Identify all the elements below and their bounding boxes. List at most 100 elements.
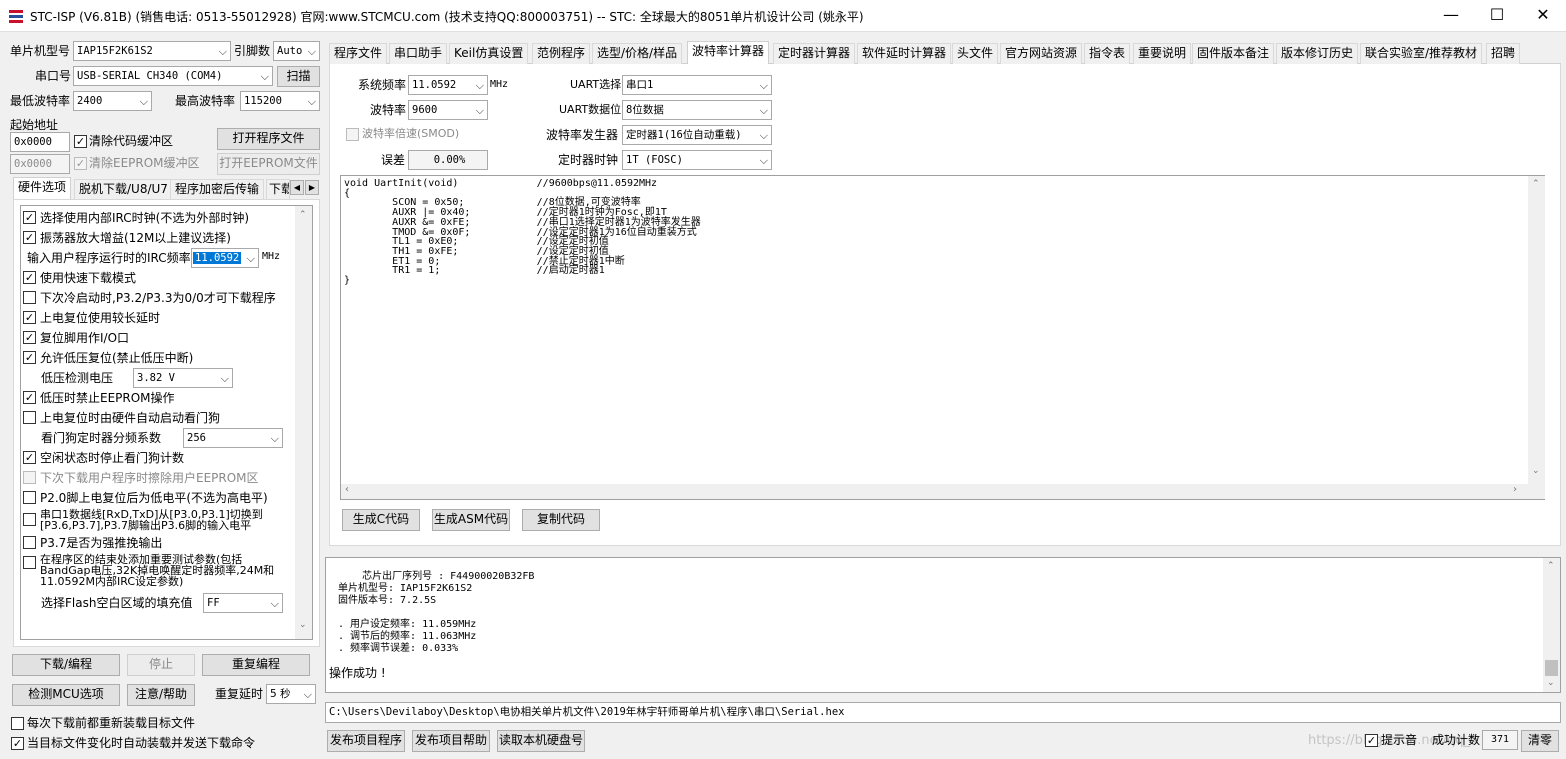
checkbox[interactable]: ✓ [23, 211, 36, 224]
help-button[interactable]: 注意/帮助 [127, 684, 195, 706]
tab-joint-lab[interactable]: 联合实验室/推荐教材 [1360, 43, 1483, 64]
checkbox[interactable] [23, 471, 36, 484]
checkbox[interactable] [23, 556, 36, 569]
checkbox[interactable]: ✓ [23, 231, 36, 244]
hw-option-long-reset-delay[interactable]: ✓ 上电复位使用较长延时 [23, 308, 283, 328]
download-program-button[interactable]: 下载/编程 [12, 654, 120, 676]
file-path-field[interactable]: C:\Users\Devilaboy\Desktop\电协相关单片机文件\201… [325, 702, 1561, 723]
code-hscrollbar[interactable]: ‹ › [341, 484, 1528, 499]
clear-code-checkbox[interactable]: ✓ [74, 135, 87, 148]
reload-before-download-checkbox[interactable] [11, 717, 24, 730]
hw-option-test-params[interactable]: 在程序区的结束处添加重要测试参数(包括 BandGap电压,32K掉电唤醒定时器… [23, 553, 283, 589]
open-eeprom-file-button[interactable]: 打开EEPROM文件 [217, 153, 320, 175]
publish-program-button[interactable]: 发布项目程序 [327, 730, 405, 752]
tab-firmware-notes[interactable]: 固件版本备注 [1192, 43, 1275, 64]
checkbox[interactable]: ✓ [23, 331, 36, 344]
clear-eeprom-checkbox[interactable]: ✓ [74, 157, 87, 170]
flash-fill-select[interactable]: FF ⌵ [203, 593, 283, 613]
baud-rate-select[interactable]: 9600 ⌵ [408, 100, 488, 120]
tab-keil-settings[interactable]: Keil仿真设置 [449, 43, 529, 64]
tab-revision-history[interactable]: 版本修订历史 [1276, 43, 1359, 64]
checkbox[interactable]: ✓ [23, 451, 36, 464]
hw-option-cold-start[interactable]: 下次冷启动时,P3.2/P3.3为0/0才可下载程序 [23, 288, 283, 308]
output-scrollbar[interactable]: ⌃ ⌄ [1543, 558, 1560, 692]
publish-help-button[interactable]: 发布项目帮助 [412, 730, 490, 752]
subtab-download[interactable]: 下载 [266, 179, 290, 200]
checkbox[interactable] [23, 491, 36, 504]
watchdog-divider-select[interactable]: 256 ⌵ [183, 428, 283, 448]
checkbox[interactable]: ✓ [23, 311, 36, 324]
uart-select[interactable]: 串口1 ⌵ [622, 75, 772, 95]
hw-option-auto-watchdog[interactable]: 上电复位时由硬件自动启动看门狗 [23, 408, 283, 428]
read-disk-id-button[interactable]: 读取本机硬盘号 [497, 730, 585, 752]
detect-mcu-button[interactable]: 检测MCU选项 [12, 684, 120, 706]
code-scrollbar[interactable]: ⌃ ⌄ [1528, 176, 1545, 499]
open-program-file-button[interactable]: 打开程序文件 [217, 128, 320, 150]
clear-count-button[interactable]: 清零 [1521, 730, 1559, 752]
tab-header-files[interactable]: 头文件 [952, 43, 999, 64]
repeat-delay-select[interactable]: 5 秒 ⌵ [266, 684, 316, 704]
stop-button[interactable]: 停止 [127, 654, 195, 676]
subtab-offline-download[interactable]: 脱机下载/U8/U7 [74, 179, 173, 200]
checkbox[interactable] [23, 411, 36, 424]
hw-option-uart1-switch[interactable]: 串口1数据线[RxD,TxD]从[P3.0,P3.1]切换到 [P3.6,P3.… [23, 508, 283, 532]
checkbox[interactable]: ✓ [23, 271, 36, 284]
code-start-address-input[interactable]: 0x0000 [10, 132, 70, 152]
output-log[interactable]: 芯片出厂序列号 : F44900020B32FB 单片机型号: IAP15F2K… [325, 557, 1561, 693]
minimize-button[interactable]: — [1428, 0, 1474, 32]
hw-option-reset-pin-io[interactable]: ✓ 复位脚用作I/O口 [23, 328, 283, 348]
uart-data-bits-select[interactable]: 8位数据 ⌵ [622, 100, 772, 120]
tone-checkbox[interactable]: ✓ [1365, 734, 1378, 747]
generate-asm-code-button[interactable]: 生成ASM代码 [432, 509, 510, 531]
generated-code-area[interactable]: void UartInit(void) //9600bps@11.0592MHz… [340, 175, 1545, 500]
hw-option-low-voltage-reset[interactable]: ✓ 允许低压复位(禁止低压中断) [23, 348, 283, 368]
sysfreq-select[interactable]: 11.0592 ⌵ [408, 75, 488, 95]
hw-option-erase-eeprom[interactable]: 下次下载用户程序时擦除用户EEPROM区 [23, 468, 283, 488]
min-baud-select[interactable]: 2400 ⌵ [73, 91, 152, 111]
port-select[interactable]: USB-SERIAL CH340 (COM4) ⌵ [73, 66, 273, 86]
subtab-hardware-options[interactable]: 硬件选项 [13, 177, 72, 200]
checkbox[interactable]: ✓ [23, 391, 36, 404]
checkbox[interactable] [23, 536, 36, 549]
tab-scroll-right-button[interactable]: ▶ [305, 180, 319, 195]
tab-serial-assistant[interactable]: 串口助手 [389, 43, 448, 64]
hw-option-internal-irc[interactable]: ✓ 选择使用内部IRC时钟(不选为外部时钟) [23, 208, 283, 228]
tab-recruitment[interactable]: 招聘 [1486, 43, 1521, 64]
hw-option-idle-stop-watchdog[interactable]: ✓ 空闲状态时停止看门狗计数 [23, 448, 283, 468]
tab-instruction-table[interactable]: 指令表 [1084, 43, 1131, 64]
scroll-thumb[interactable] [1545, 660, 1558, 676]
timer-clock-select[interactable]: 1T (FOSC) ⌵ [622, 150, 772, 170]
baud-generator-select[interactable]: 定时器1(16位自动重载) ⌵ [622, 125, 772, 145]
pins-select[interactable]: Auto ⌵ [273, 41, 320, 61]
tab-timer-calculator[interactable]: 定时器计算器 [773, 43, 856, 64]
mcu-type-select[interactable]: IAP15F2K61S2 ⌵ [73, 41, 231, 61]
generate-c-code-button[interactable]: 生成C代码 [342, 509, 420, 531]
max-baud-select[interactable]: 115200 ⌵ [240, 91, 320, 111]
tab-baud-calculator[interactable]: 波特率计算器 [687, 41, 770, 64]
tab-selection-price[interactable]: 选型/价格/样品 [592, 43, 683, 64]
smod-checkbox[interactable] [346, 128, 359, 141]
tab-important-notes[interactable]: 重要说明 [1133, 43, 1192, 64]
hw-option-p20-low[interactable]: P2.0脚上电复位后为低电平(不选为高电平) [23, 488, 283, 508]
eeprom-start-address-input[interactable]: 0x0000 [10, 154, 70, 174]
checkbox[interactable] [23, 513, 36, 526]
tab-website-resources[interactable]: 官方网站资源 [1000, 43, 1083, 64]
hw-scrollbar[interactable]: ⌃ ⌄ [295, 206, 312, 639]
tab-scroll-left-button[interactable]: ◀ [290, 180, 304, 195]
subtab-encrypted-transfer[interactable]: 程序加密后传输 [170, 179, 265, 200]
irc-frequency-select[interactable]: 11.0592 ⌵ [191, 248, 259, 268]
hw-option-fast-download[interactable]: ✓ 使用快速下载模式 [23, 268, 283, 288]
low-voltage-select[interactable]: 3.82 V ⌵ [133, 368, 233, 388]
checkbox[interactable]: ✓ [23, 351, 36, 364]
hw-option-osc-gain[interactable]: ✓ 振荡器放大增益(12M以上建议选择) [23, 228, 283, 248]
hw-option-p37-push-pull[interactable]: P3.7是否为强推挽输出 [23, 533, 283, 553]
scan-button[interactable]: 扫描 [277, 66, 320, 87]
maximize-button[interactable]: ☐ [1474, 0, 1520, 32]
tab-program-file[interactable]: 程序文件 [329, 43, 388, 64]
repeat-program-button[interactable]: 重复编程 [202, 654, 310, 676]
close-button[interactable]: ✕ [1520, 0, 1566, 32]
auto-download-checkbox[interactable]: ✓ [11, 737, 24, 750]
checkbox[interactable] [23, 291, 36, 304]
copy-code-button[interactable]: 复制代码 [522, 509, 600, 531]
tab-examples[interactable]: 范例程序 [532, 43, 591, 64]
